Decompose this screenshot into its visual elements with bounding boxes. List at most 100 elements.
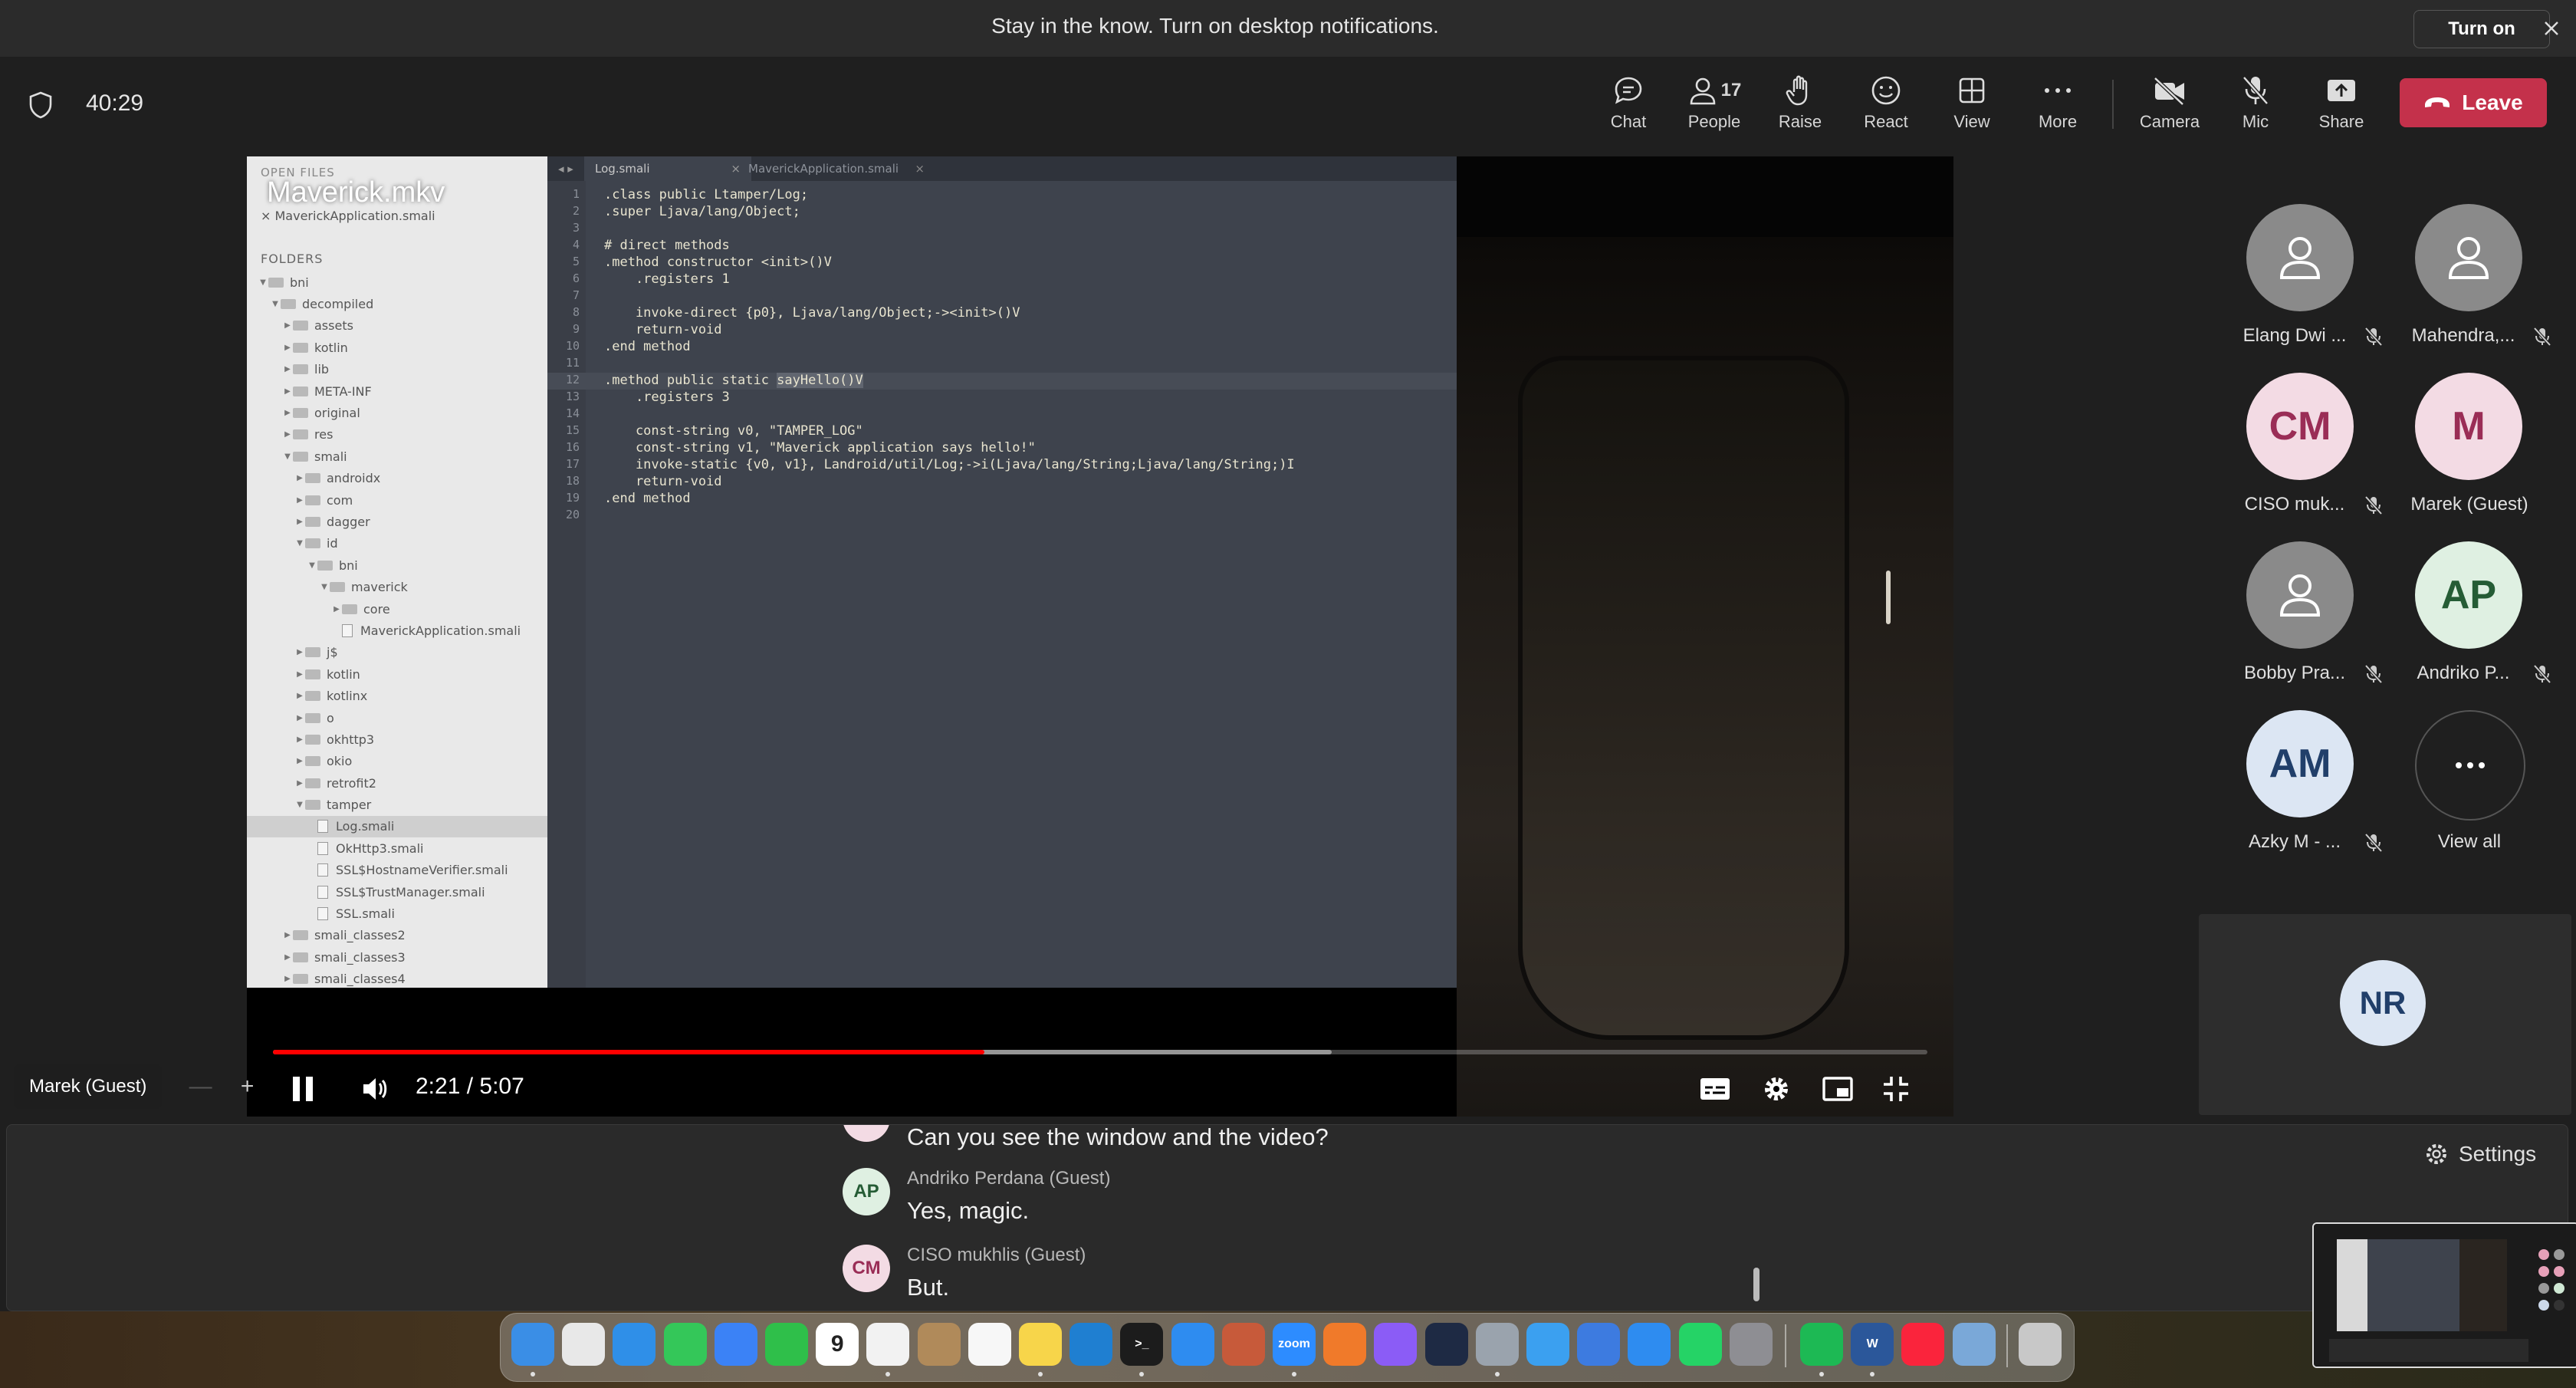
chrome-icon[interactable]: [866, 1323, 910, 1366]
volume-button[interactable]: [360, 1066, 391, 1112]
participant-tile[interactable]: AM Azky M - ...: [2214, 710, 2383, 879]
running-indicator: [886, 1372, 891, 1376]
settings-gear-button[interactable]: [1762, 1066, 1796, 1112]
folder-item: ▼ bni: [247, 554, 547, 576]
file-item: SSL.smali: [247, 903, 547, 924]
shield-icon[interactable]: [28, 90, 58, 121]
folder-item: ▶ dagger: [247, 511, 547, 532]
folder-icon: [293, 386, 308, 396]
camera-button[interactable]: Camera: [2131, 71, 2208, 136]
chat-button[interactable]: Chat: [1590, 71, 1667, 136]
leave-button[interactable]: Leave: [2400, 78, 2547, 127]
captions-icon: [1700, 1078, 1730, 1100]
code-text: .super Ljava/lang/Object;: [604, 204, 800, 219]
code-text: .end method: [604, 491, 691, 506]
participant-tile[interactable]: Elang Dwi ...: [2214, 204, 2383, 373]
participant-tile[interactable]: Bobby Pra...: [2214, 541, 2383, 710]
launchpad-icon[interactable]: [562, 1323, 606, 1366]
vscode-icon[interactable]: [1070, 1323, 1113, 1366]
messages-icon[interactable]: [663, 1323, 707, 1366]
reminders-icon[interactable]: [968, 1323, 1011, 1366]
zoom-in-button[interactable]: +: [241, 1074, 255, 1100]
folder-icon: [293, 364, 308, 375]
mic-off-icon: [2533, 327, 2551, 347]
zoom-out-button[interactable]: —: [189, 1074, 212, 1100]
react-button[interactable]: React: [1848, 71, 1924, 136]
participant-tile[interactable]: CM CISO muk...: [2214, 373, 2383, 541]
participant-tile[interactable]: Mahendra,...: [2383, 204, 2551, 373]
running-indicator: [1494, 1372, 1500, 1376]
line-number: 15: [565, 423, 580, 437]
miniplayer-button[interactable]: [1822, 1066, 1855, 1112]
chat-scrollbar[interactable]: [1753, 1268, 1760, 1301]
pencil-app-icon[interactable]: [1323, 1323, 1367, 1366]
share-button[interactable]: Share: [2303, 71, 2380, 136]
ellipsis-icon: [2415, 710, 2525, 821]
video-time: 2:21 / 5:07: [416, 1074, 524, 1099]
line-number: 19: [565, 491, 580, 505]
pause-button[interactable]: [290, 1066, 320, 1112]
screen-share-thumbnail[interactable]: [2312, 1222, 2576, 1368]
avatar: [843, 1125, 890, 1142]
tree-item-label: tamper: [327, 798, 372, 813]
system-preferences-icon[interactable]: [1729, 1323, 1773, 1366]
trash-icon[interactable]: [2018, 1323, 2062, 1366]
contacts-icon[interactable]: [917, 1323, 961, 1366]
facetime-icon[interactable]: [765, 1323, 808, 1366]
code-text: return-void: [604, 474, 722, 489]
settings-app-icon[interactable]: [1475, 1323, 1519, 1366]
folder-item: ▶ original: [247, 402, 547, 423]
code-text: const-string v1, "Maverick application s…: [604, 440, 1036, 456]
app-store-icon[interactable]: [1171, 1323, 1214, 1366]
mic-button[interactable]: Mic: [2217, 71, 2294, 136]
tree-item-label: assets: [314, 318, 353, 334]
volume-icon: [363, 1078, 387, 1100]
whatsapp-icon[interactable]: [1678, 1323, 1722, 1366]
view-button[interactable]: View: [1934, 71, 2010, 136]
close-icon[interactable]: [2535, 9, 2568, 48]
exit-fullscreen-button[interactable]: [1881, 1066, 1915, 1112]
file-item: SSL$HostnameVerifier.smali: [247, 860, 547, 881]
app-store-2-icon[interactable]: [1628, 1323, 1671, 1366]
spotify-icon[interactable]: [1800, 1323, 1843, 1366]
turn-on-button[interactable]: Turn on: [2413, 10, 2550, 48]
photo-app-icon[interactable]: [1221, 1323, 1265, 1366]
file-icon: [317, 841, 328, 855]
disclosure-triangle-icon: ▼: [309, 561, 315, 570]
folder-item: ▶ com: [247, 489, 547, 511]
xcode-icon[interactable]: [1577, 1323, 1621, 1366]
file-item: MaverickApplication.smali: [247, 620, 547, 641]
chat-sender-name: CISO mukhlis (Guest): [907, 1245, 1086, 1265]
folders-label: FOLDERS: [261, 252, 324, 266]
mail-icon[interactable]: [714, 1323, 757, 1366]
shared-video[interactable]: OPEN FILES × MaverickApplication.smali F…: [247, 156, 1953, 1117]
more-button[interactable]: More: [2019, 71, 2096, 136]
raise-hand-button[interactable]: Raise: [1762, 71, 1838, 136]
calendar-icon[interactable]: 9: [816, 1323, 859, 1366]
view-all-button[interactable]: View all: [2383, 710, 2536, 879]
captions-button[interactable]: [1699, 1066, 1733, 1112]
self-video-tile[interactable]: NR: [2199, 914, 2571, 1115]
chat-icon: [1612, 71, 1645, 110]
safari-icon[interactable]: [613, 1323, 656, 1366]
finder-icon[interactable]: [511, 1323, 554, 1366]
notes-icon[interactable]: [1019, 1323, 1062, 1366]
word-icon[interactable]: W: [1851, 1323, 1894, 1366]
music-icon[interactable]: [1901, 1323, 1945, 1366]
preview-icon[interactable]: [1952, 1323, 1996, 1366]
tree-item-label: OkHttp3.smali: [336, 840, 424, 856]
participant-name: Andriko P...: [2417, 663, 2510, 683]
notification-text: Stay in the know. Turn on desktop notifi…: [991, 14, 1439, 38]
zoom-icon[interactable]: zoom: [1273, 1323, 1316, 1366]
podcast-app-icon[interactable]: [1374, 1323, 1418, 1366]
terminal-icon[interactable]: >_: [1120, 1323, 1164, 1366]
folder-icon: [305, 495, 320, 505]
people-button[interactable]: 17 People: [1676, 71, 1753, 136]
folder-icon: [268, 277, 284, 288]
vpn-app-icon[interactable]: [1424, 1323, 1468, 1366]
video-progress-bar[interactable]: [273, 1050, 1927, 1054]
participant-tile[interactable]: AP Andriko P...: [2383, 541, 2551, 710]
participant-tile[interactable]: M Marek (Guest): [2383, 373, 2536, 541]
chat-settings-button[interactable]: Settings: [2423, 1139, 2536, 1169]
testflight-icon[interactable]: [1526, 1323, 1569, 1366]
